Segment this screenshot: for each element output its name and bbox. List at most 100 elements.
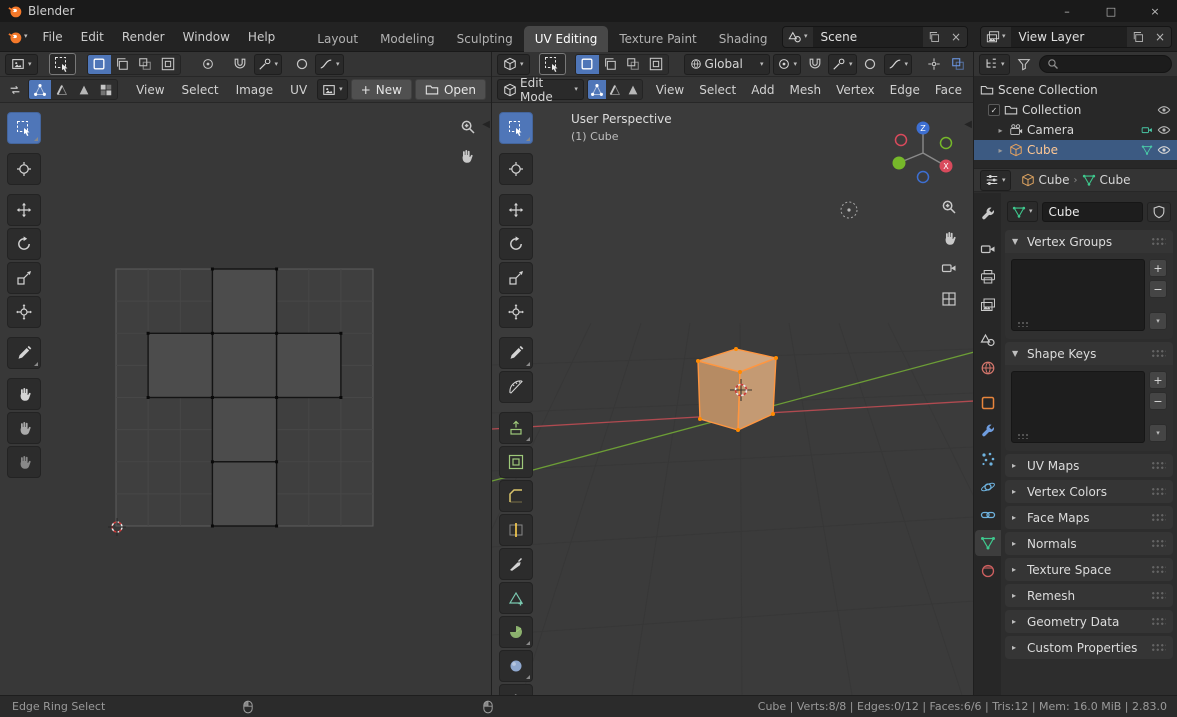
vp-menu-vertex[interactable]: Vertex [830,83,881,97]
tab-output[interactable] [975,264,1001,290]
custom-properties-header[interactable]: ▸ Custom Properties [1005,636,1173,659]
tool-transform[interactable] [499,296,533,328]
outliner-row-scene-collection[interactable]: Scene Collection [974,80,1177,100]
select-mode-subtract-button[interactable] [134,55,157,74]
outliner-search-input[interactable] [1063,58,1133,71]
properties-editor-type-button[interactable]: ▾ [980,170,1011,191]
tool-smooth[interactable] [499,650,533,682]
gizmos-toggle-button[interactable] [923,54,944,75]
snap-toggle-button[interactable] [804,54,825,75]
tool-knife[interactable] [499,548,533,580]
tool-scale[interactable] [499,262,533,294]
proportional-editing-button[interactable] [291,54,312,75]
tool-loop-cut[interactable] [499,514,533,546]
tab-object[interactable] [975,390,1001,416]
pivot-point-button[interactable] [198,54,219,75]
proportional-editing-button[interactable] [860,54,881,75]
tab-modeling[interactable]: Modeling [369,26,446,52]
tool-uv-sculpt-relax[interactable] [7,412,41,444]
tab-uv-editing[interactable]: UV Editing [524,26,609,52]
breadcrumb-object[interactable]: Cube [1021,173,1070,187]
open-image-button[interactable]: Open [415,79,486,100]
tool-3d-cursor[interactable] [499,153,533,185]
scene-browse-button[interactable]: ▾ [783,27,813,47]
tool-annotate[interactable] [499,337,533,369]
panel-grip[interactable] [1151,539,1166,548]
uv-edge-mode-button[interactable] [51,80,73,99]
tab-layout[interactable]: Layout [306,26,369,52]
new-view-layer-button[interactable] [1127,27,1149,47]
vp-menu-view[interactable]: View [650,83,690,97]
uv-vertex-mode-button[interactable] [29,80,51,99]
vertex-colors-header[interactable]: ▸ Vertex Colors [1005,480,1173,503]
list-resize-grip[interactable] [1017,321,1029,327]
uv-sync-selection-button[interactable] [5,79,25,100]
vp-menu-face[interactable]: Face [929,83,968,97]
remesh-header[interactable]: ▸ Remesh [1005,584,1173,607]
menu-edit[interactable]: Edit [72,26,113,48]
vertex-groups-header[interactable]: ▼ Vertex Groups [1005,230,1173,253]
tab-object-data[interactable] [975,530,1001,556]
view-layer-browse-button[interactable]: ▾ [981,27,1011,47]
list-resize-grip[interactable] [1017,433,1029,439]
eye-icon[interactable] [1157,123,1171,137]
vp-menu-add[interactable]: Add [745,83,780,97]
transform-orientation-dropdown[interactable]: Global ▾ [684,54,770,75]
blender-app-menu[interactable]: ▾ [0,30,34,44]
vertex-mode-button[interactable] [588,80,606,99]
fake-user-button[interactable] [1147,202,1171,222]
remove-view-layer-button[interactable]: × [1149,27,1171,47]
uv-island-mode-button[interactable] [95,80,117,99]
face-maps-header[interactable]: ▸ Face Maps [1005,506,1173,529]
scene-name[interactable]: Scene [813,30,923,44]
new-scene-button[interactable] [923,27,945,47]
viewport-zoom-button[interactable] [938,196,960,218]
viewport-canvas[interactable]: User Perspective (1) Cube [492,103,973,695]
tab-physics[interactable] [975,474,1001,500]
edge-mode-button[interactable] [606,80,624,99]
tool-annotate[interactable] [7,337,41,369]
panel-grip[interactable] [1151,643,1166,652]
tab-world[interactable] [975,355,1001,381]
uv-face-mode-button[interactable] [73,80,95,99]
vp-menu-edge[interactable]: Edge [884,83,926,97]
select-mode-extend-button[interactable] [599,55,622,74]
panel-grip[interactable] [1151,513,1166,522]
xray-toggle-button[interactable] [947,54,968,75]
face-mode-button[interactable] [624,80,642,99]
viewport-ortho-toggle-button[interactable] [938,288,960,310]
falloff-curve-button[interactable]: ▾ [884,54,913,75]
expander-icon[interactable]: ▸ [996,146,1005,155]
view-layer-name[interactable]: View Layer [1011,30,1127,44]
collection-checkbox[interactable]: ✓ [988,104,1000,116]
select-mode-extend-button[interactable] [111,55,134,74]
navigation-gizmo[interactable]: Z X [888,118,958,188]
menu-file[interactable]: File [34,26,72,48]
vertex-groups-list[interactable] [1011,259,1145,331]
geometry-data-header[interactable]: ▸ Geometry Data [1005,610,1173,633]
outliner-row-cube[interactable]: ▸ Cube [974,140,1177,160]
select-mode-intersect-button[interactable] [157,55,180,74]
mesh-data-browse-button[interactable]: ▾ [1007,201,1038,222]
tab-modifiers[interactable] [975,418,1001,444]
unlink-scene-button[interactable]: × [945,27,967,47]
light-gizmo[interactable] [841,202,857,218]
menu-help[interactable]: Help [239,26,284,48]
uv-zoom-button[interactable] [457,116,479,138]
tab-material[interactable] [975,558,1001,584]
tool-transform[interactable] [7,296,41,328]
mode-dropdown[interactable]: Edit Mode ▾ [497,79,584,100]
tab-texture-paint[interactable]: Texture Paint [608,26,707,52]
image-browse-button[interactable]: ▾ [317,79,348,100]
close-button[interactable]: × [1133,0,1177,22]
tool-select-box[interactable] [7,112,41,144]
outliner-display-mode-button[interactable]: ▾ [979,54,1010,75]
tool-uv-sculpt-pinch[interactable] [7,446,41,478]
transform-pivot-dropdown[interactable]: ▾ [773,54,802,75]
vertex-group-specials-button[interactable]: ▾ [1149,312,1167,330]
normals-header[interactable]: ▸ Normals [1005,532,1173,555]
panel-grip[interactable] [1151,565,1166,574]
uv-active-tool-button[interactable] [49,53,76,75]
menu-render[interactable]: Render [113,26,174,48]
uv-maps-header[interactable]: ▸ UV Maps [1005,454,1173,477]
